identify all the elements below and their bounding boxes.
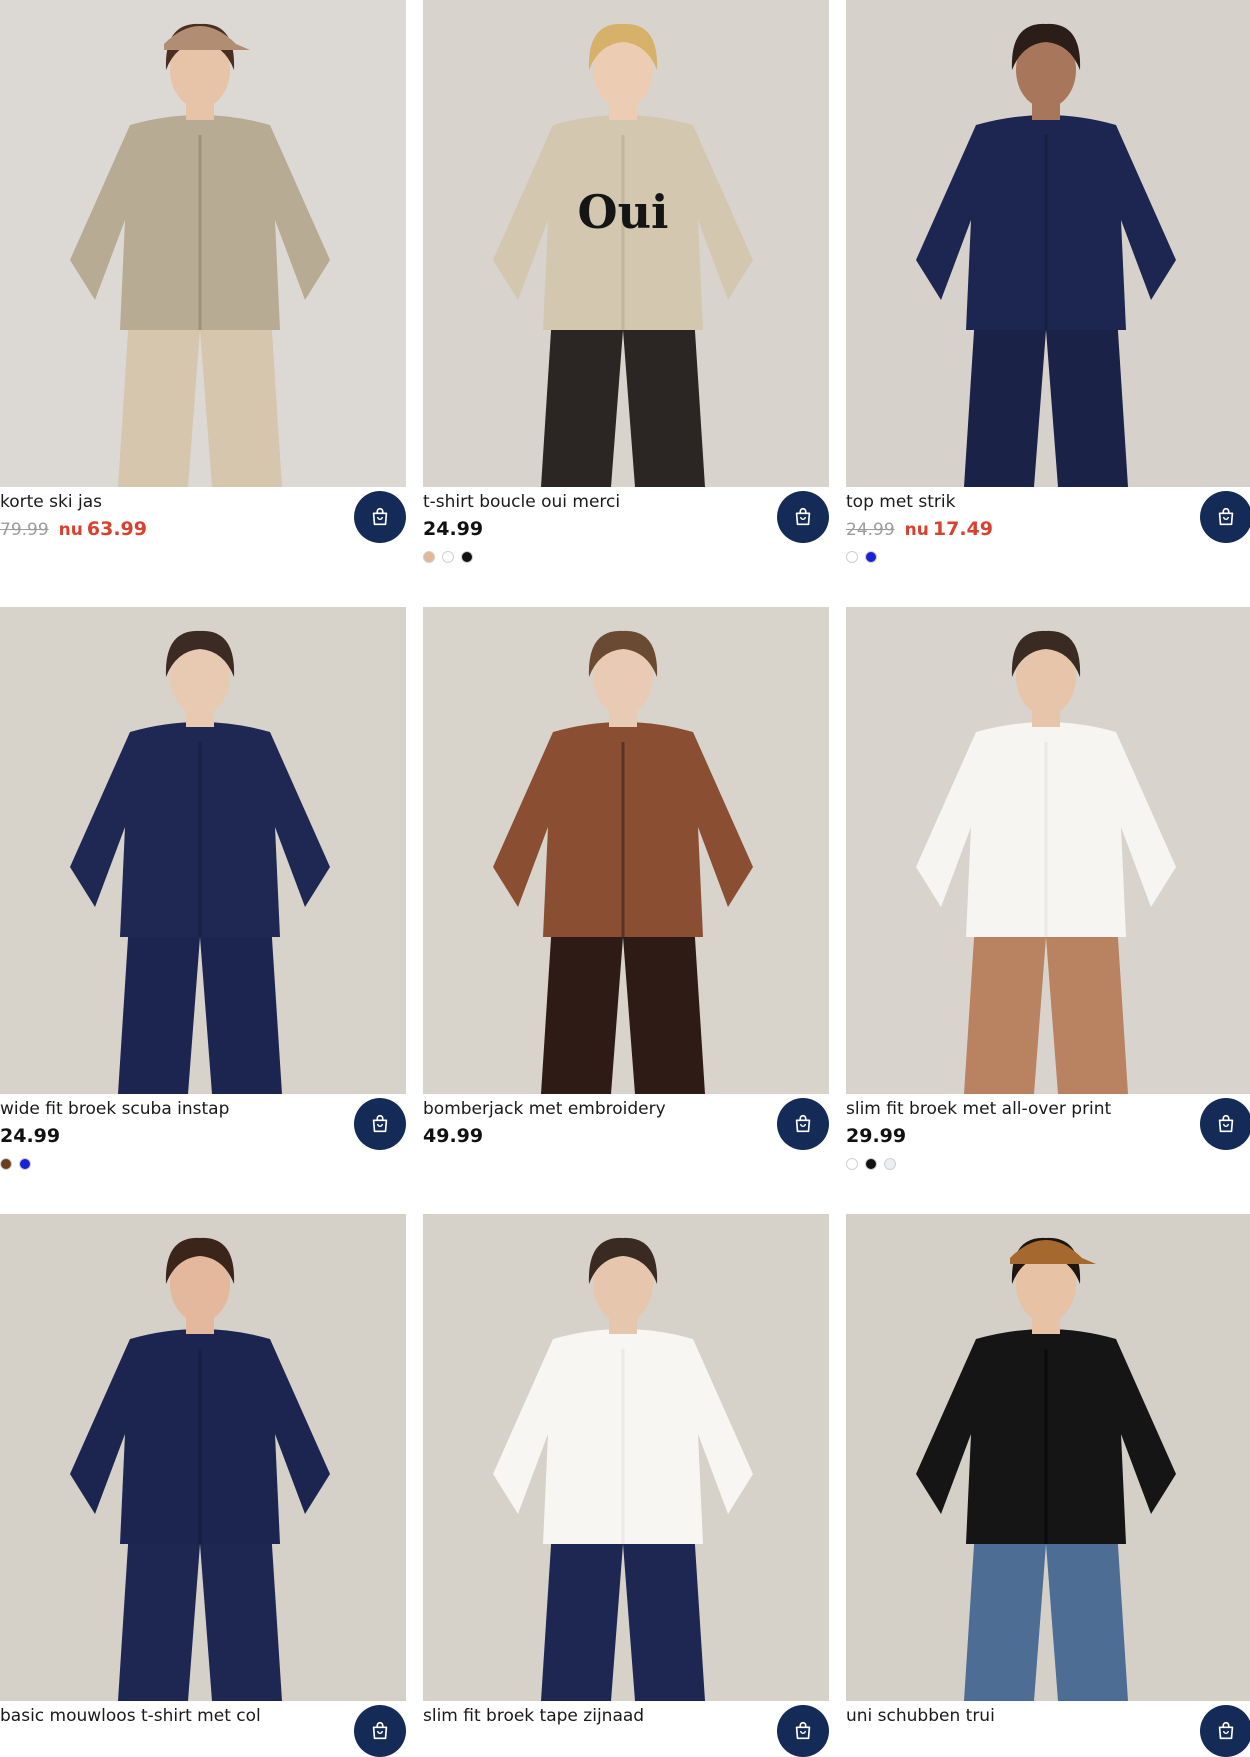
color-swatch[interactable] (846, 551, 858, 563)
color-swatch[interactable] (884, 1158, 896, 1170)
shopping-bag-icon (1218, 507, 1234, 526)
shopping-bag-icon (1218, 1721, 1234, 1740)
product-image[interactable] (423, 607, 829, 1094)
product-image[interactable] (0, 1214, 406, 1701)
product-name[interactable]: t-shirt boucle oui merci (423, 492, 620, 512)
color-swatch[interactable] (0, 1158, 12, 1170)
product-name[interactable]: slim fit broek tape zijnaad (423, 1706, 644, 1726)
product-price: 24.99 (0, 1125, 61, 1147)
product-card[interactable]: wide fit broek scuba instap 24.99 (0, 607, 406, 1170)
product-image[interactable] (423, 1214, 829, 1701)
color-swatch[interactable] (461, 551, 473, 563)
shirt-print-text: Oui (578, 185, 669, 239)
color-swatches (0, 1158, 31, 1170)
product-image[interactable] (846, 1214, 1250, 1701)
product-card[interactable]: Oui t-shirt boucle oui merci 24.99 (423, 0, 829, 563)
add-to-cart-button[interactable] (354, 491, 406, 543)
shopping-bag-icon (372, 1721, 388, 1740)
color-swatch[interactable] (19, 1158, 31, 1170)
product-name[interactable]: korte ski jas (0, 492, 102, 512)
color-swatch[interactable] (865, 551, 877, 563)
old-price: 79.99 (0, 520, 49, 540)
add-to-cart-button[interactable] (354, 1705, 406, 1757)
product-name[interactable]: uni schubben trui (846, 1706, 995, 1726)
product-name[interactable]: basic mouwloos t-shirt met col (0, 1706, 261, 1726)
add-to-cart-button[interactable] (1200, 1098, 1250, 1150)
shopping-bag-icon (795, 1114, 811, 1133)
shopping-bag-icon (795, 507, 811, 526)
color-swatches (846, 1158, 896, 1170)
add-to-cart-button[interactable] (777, 1705, 829, 1757)
product-image[interactable] (0, 607, 406, 1094)
product-name[interactable]: top met strik (846, 492, 955, 512)
product-image[interactable] (846, 0, 1250, 487)
price-row: 49.99 (423, 1125, 483, 1149)
add-to-cart-button[interactable] (354, 1098, 406, 1150)
shopping-bag-icon (795, 1721, 811, 1740)
sale-label: nu (58, 520, 83, 540)
shopping-bag-icon (372, 1114, 388, 1133)
add-to-cart-button[interactable] (777, 491, 829, 543)
product-card[interactable]: slim fit broek tape zijnaad (423, 1214, 829, 1757)
product-price: 29.99 (846, 1125, 907, 1147)
color-swatch[interactable] (442, 551, 454, 563)
product-card[interactable]: uni schubben trui (846, 1214, 1250, 1757)
product-image[interactable] (846, 607, 1250, 1094)
old-price: 24.99 (846, 520, 895, 540)
product-card[interactable]: korte ski jas 79.99 nu 63.99 (0, 0, 406, 543)
add-to-cart-button[interactable] (1200, 491, 1250, 543)
product-name[interactable]: wide fit broek scuba instap (0, 1099, 229, 1119)
color-swatch[interactable] (865, 1158, 877, 1170)
color-swatch[interactable] (423, 551, 435, 563)
sale-label: nu (904, 520, 929, 540)
product-image[interactable] (0, 0, 406, 487)
color-swatches (423, 551, 473, 563)
product-name[interactable]: bomberjack met embroidery (423, 1099, 666, 1119)
product-name[interactable]: slim fit broek met all-over print (846, 1099, 1111, 1119)
add-to-cart-button[interactable] (1200, 1705, 1250, 1757)
shopping-bag-icon (1218, 1114, 1234, 1133)
color-swatches (846, 551, 877, 563)
product-card[interactable]: top met strik 24.99 nu 17.49 (846, 0, 1250, 563)
price-row: 24.99 (0, 1125, 60, 1149)
color-swatch[interactable] (846, 1158, 858, 1170)
product-card[interactable]: bomberjack met embroidery 49.99 (423, 607, 829, 1150)
product-card[interactable]: basic mouwloos t-shirt met col (0, 1214, 406, 1757)
price-row: 24.99 nu 17.49 (846, 518, 993, 542)
shopping-bag-icon (372, 507, 388, 526)
product-price: 49.99 (423, 1125, 484, 1147)
sale-price: 63.99 (86, 518, 147, 540)
sale-price: 17.49 (932, 518, 993, 540)
product-price: 24.99 (423, 518, 484, 540)
price-row: 29.99 (846, 1125, 906, 1149)
price-row: 24.99 (423, 518, 483, 542)
price-row: 79.99 nu 63.99 (0, 518, 147, 542)
product-card[interactable]: slim fit broek met all-over print 29.99 (846, 607, 1250, 1170)
product-grid: korte ski jas 79.99 nu 63.99 Oui t-shirt bouc… (0, 0, 1250, 1757)
add-to-cart-button[interactable] (777, 1098, 829, 1150)
product-image[interactable]: Oui (423, 0, 829, 487)
